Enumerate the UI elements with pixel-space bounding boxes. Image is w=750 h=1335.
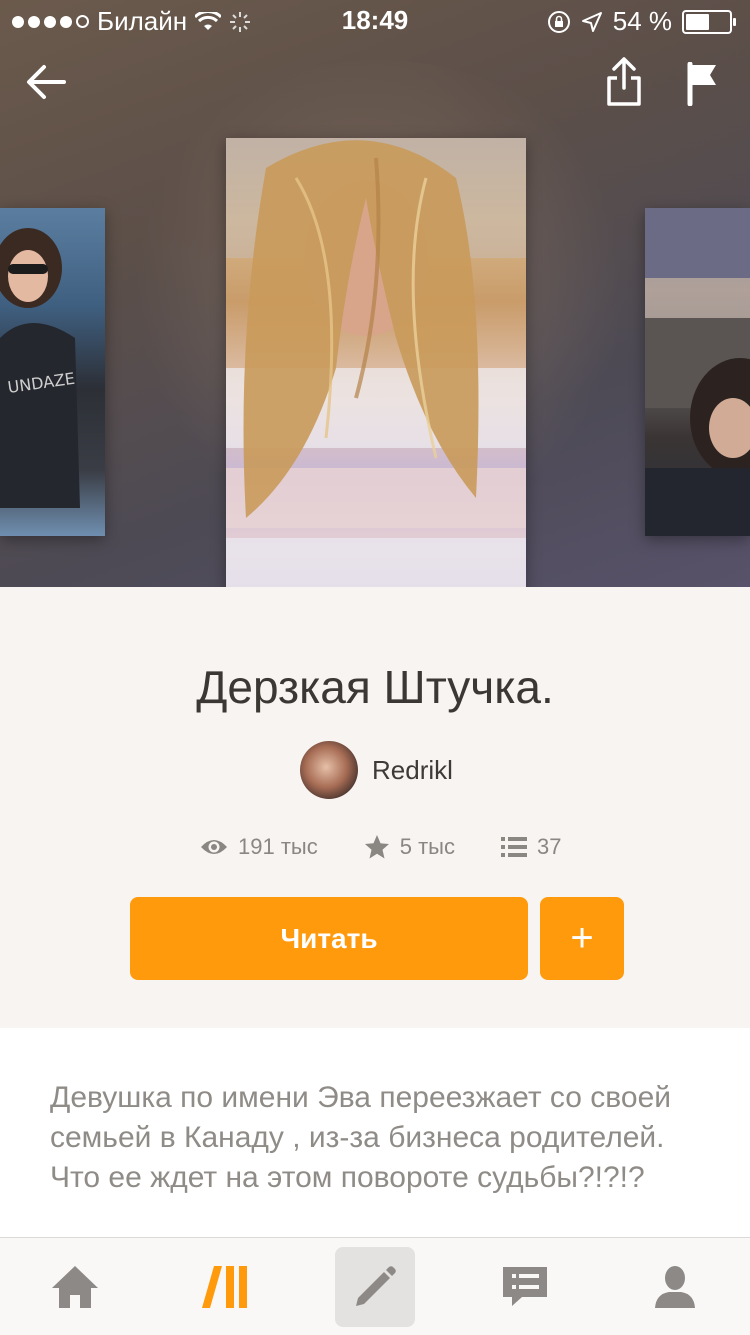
cover-next-art (645, 208, 750, 536)
arrow-left-icon (27, 65, 66, 99)
tab-write-highlight (335, 1246, 415, 1327)
tab-bar (0, 1237, 750, 1335)
battery-percent: 54 % (612, 6, 672, 36)
stars-count: 5 тыс (399, 834, 455, 859)
cover-current[interactable] (226, 138, 526, 587)
stars-stat: 5 тыс (364, 834, 455, 860)
star-icon (364, 835, 389, 859)
add-to-library-button[interactable]: + (540, 897, 624, 980)
flag-icon (687, 61, 716, 107)
views-count: 191 тыс (238, 834, 318, 859)
rotation-lock-icon (547, 10, 570, 33)
story-stats: 191 тыс 5 тыс 37 (200, 834, 607, 860)
cover-previous-art: UNDAZE (0, 228, 80, 508)
home-icon (52, 1265, 98, 1308)
cover-previous[interactable]: UNDAZE (0, 208, 105, 536)
battery-icon (682, 9, 736, 34)
back-button[interactable] (24, 60, 68, 109)
avatar[interactable] (300, 741, 358, 799)
wattpad-logo-icon (202, 1265, 247, 1308)
eye-icon (201, 840, 227, 854)
battery-level (686, 13, 709, 30)
plus-icon: + (570, 916, 594, 960)
tab-library[interactable] (150, 1238, 300, 1335)
chapters-stat: 37 (500, 834, 562, 860)
chapters-count: 37 (536, 834, 562, 859)
status-bar: Билайн 18:49 54 % (0, 0, 750, 40)
cover-current-art (226, 138, 526, 587)
status-right: 54 % (547, 6, 736, 37)
cover-next[interactable] (645, 208, 750, 536)
read-button[interactable]: Читать (130, 897, 528, 980)
author-link[interactable]: Redrikl (300, 741, 453, 799)
share-button[interactable] (604, 56, 644, 113)
cover-hero: Билайн 18:49 54 % UNDAZE (0, 0, 750, 587)
report-button[interactable] (686, 61, 720, 111)
story-title: Дерзкая Штучка. (196, 661, 554, 713)
pencil-icon (356, 1265, 396, 1306)
tab-home[interactable] (0, 1238, 150, 1335)
share-icon (607, 57, 641, 106)
views-stat: 191 тыс (200, 834, 318, 860)
messages-icon (503, 1266, 547, 1306)
location-icon (581, 11, 602, 32)
author-name[interactable]: Redrikl (372, 755, 453, 786)
tab-messages[interactable] (450, 1238, 600, 1335)
list-icon (500, 837, 527, 857)
tab-write[interactable] (300, 1238, 450, 1335)
tab-profile[interactable] (600, 1238, 750, 1335)
story-description: Девушка по имени Эва переезжает со своей… (50, 1081, 672, 1194)
profile-icon (655, 1265, 695, 1308)
